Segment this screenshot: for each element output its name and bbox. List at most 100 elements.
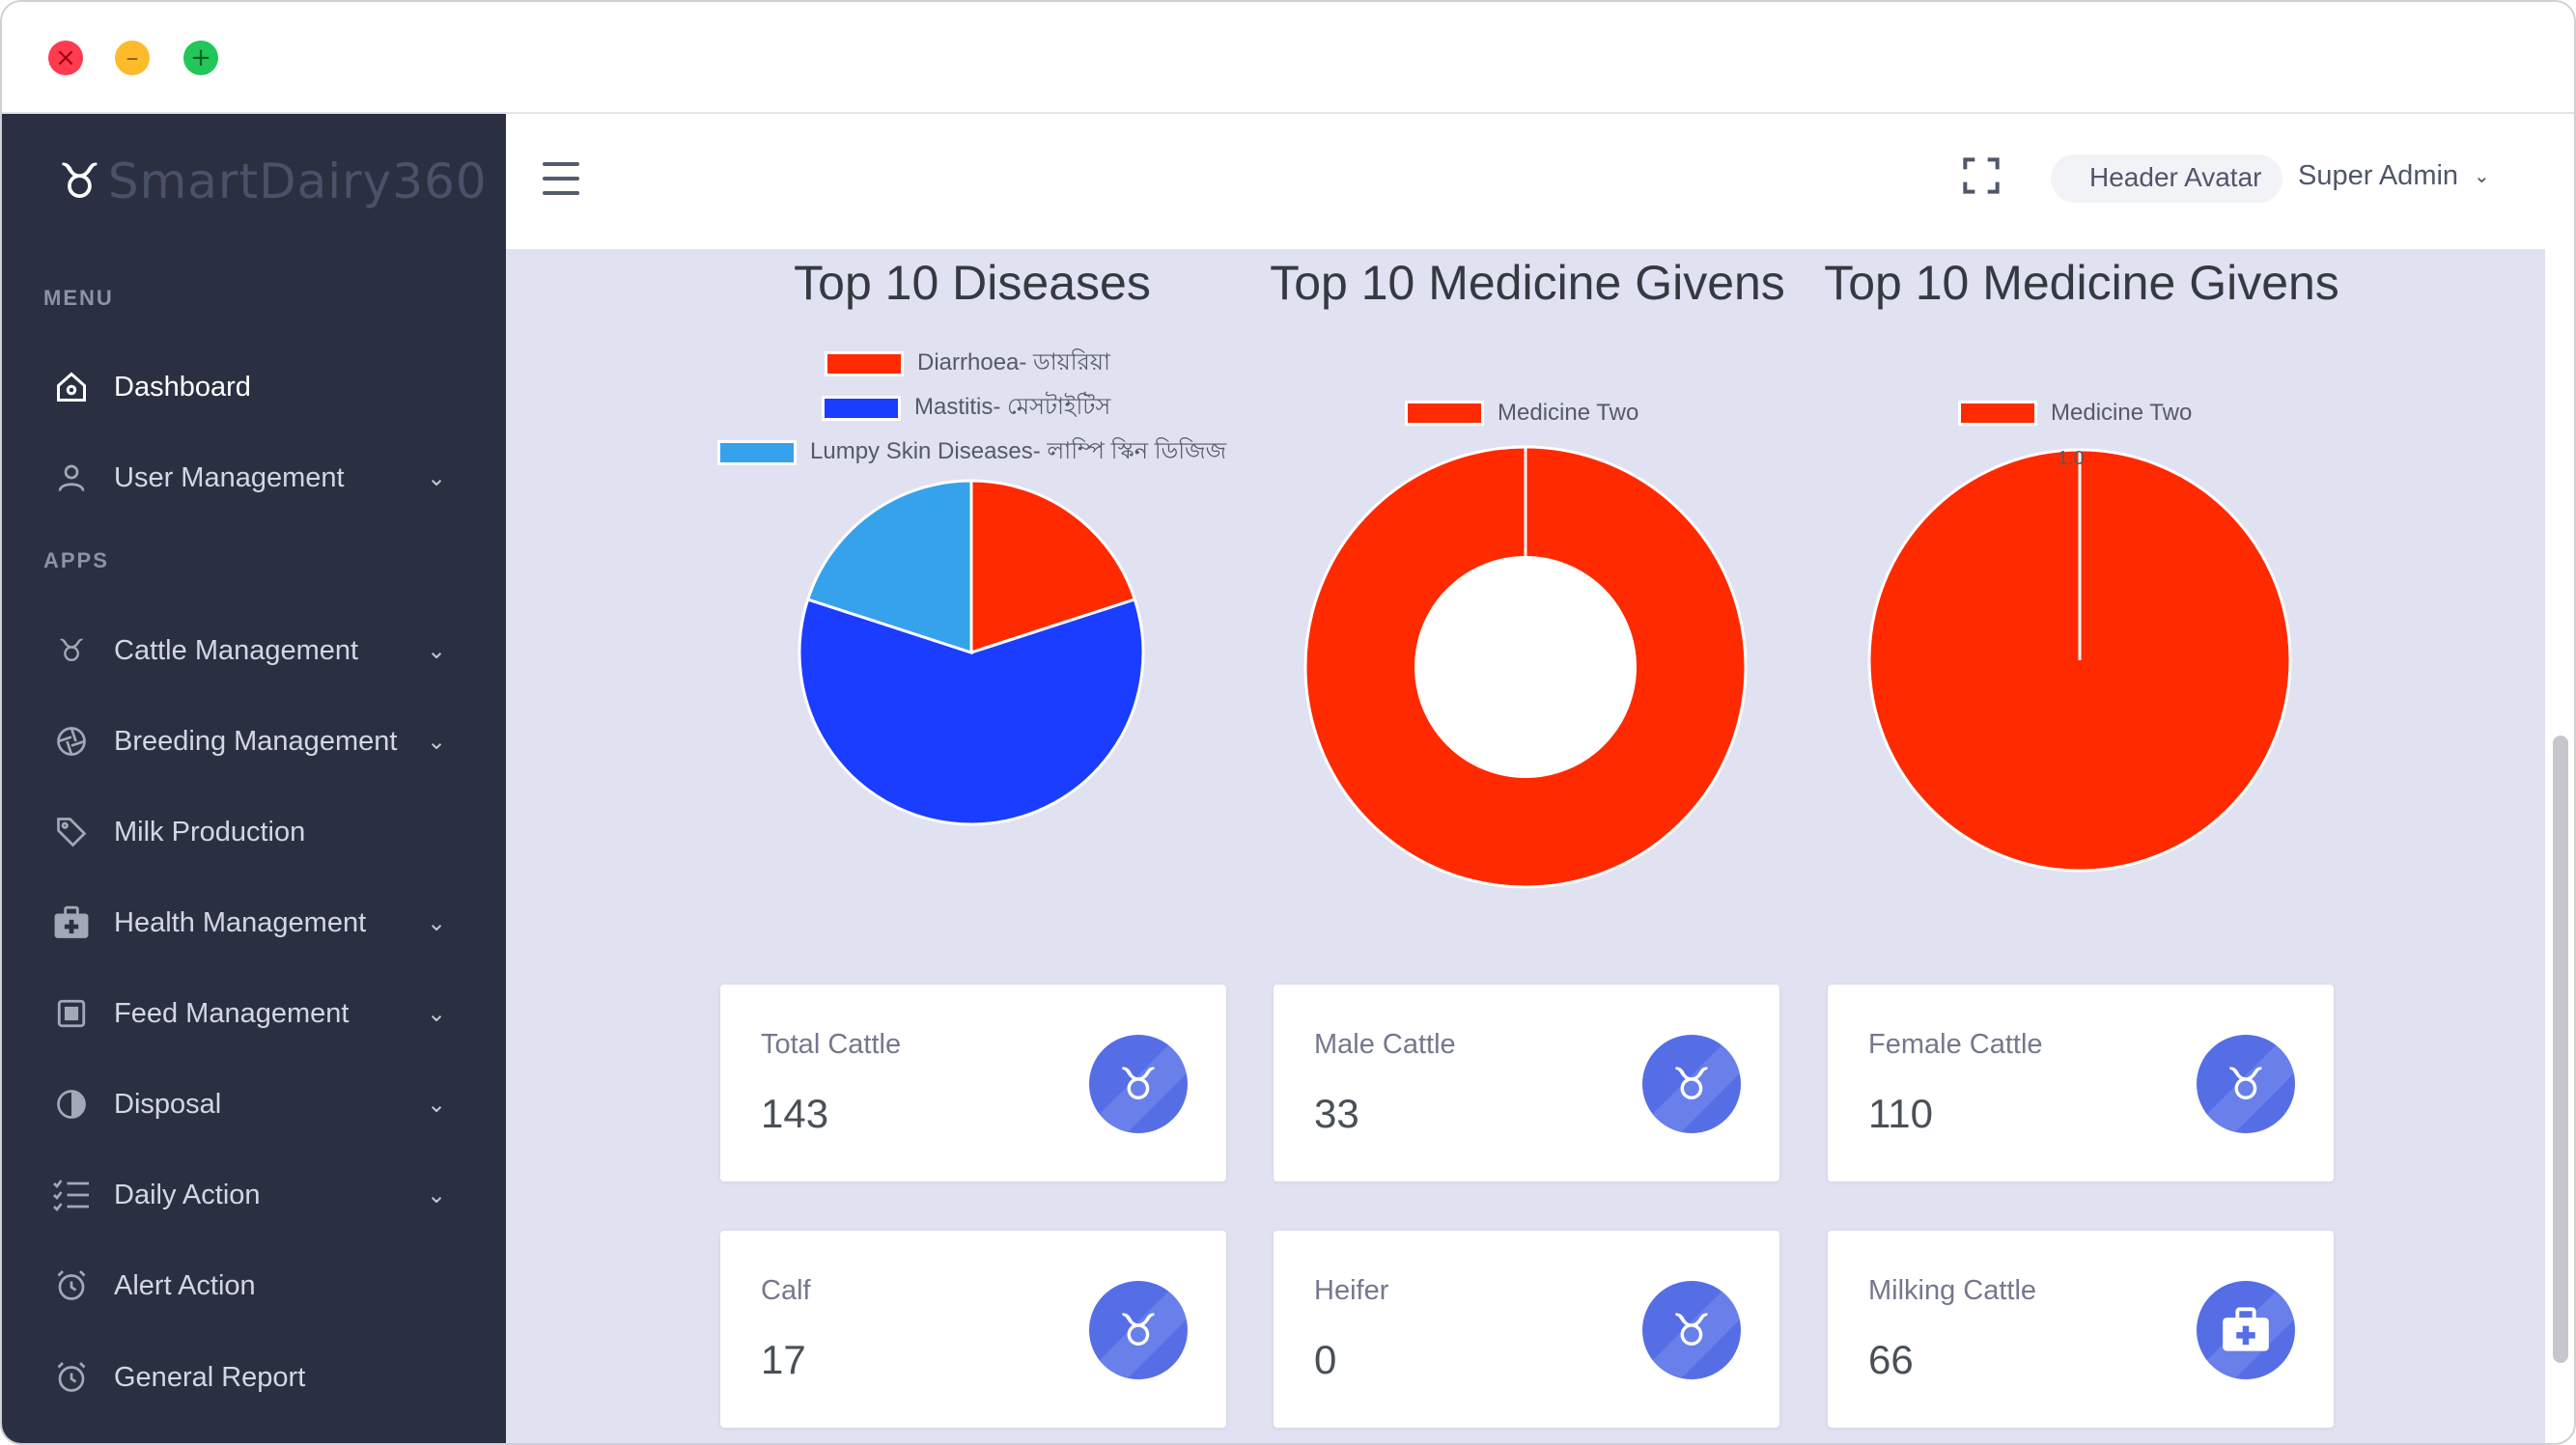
legend-swatch [717, 440, 797, 465]
stat-card-calf[interactable]: Calf 17 ♉ [720, 1231, 1226, 1428]
scrollbar-thumb[interactable] [2553, 736, 2568, 1363]
sidebar-item-disposal[interactable]: Disposal ⌄ [2, 1070, 506, 1138]
feed-box-icon [50, 992, 93, 1035]
stat-card-icon-badge: ♉ [1642, 1035, 1741, 1133]
medicine-chart-2-title: Top 10 Medicine Givens [1824, 256, 2339, 310]
stat-card-heifer[interactable]: Heifer 0 ♉ [1274, 1231, 1779, 1428]
cow-icon: ♉ [58, 153, 102, 209]
stat-card-value: 33 [1314, 1091, 1359, 1136]
stat-card-label: Calf [761, 1275, 811, 1306]
sidebar-item-alert-action[interactable]: Alert Action [2, 1252, 506, 1320]
legend-swatch [825, 351, 904, 376]
close-icon: × [55, 43, 76, 72]
legend-label: Medicine Two [1498, 400, 1639, 426]
cow-icon: ♉ [1671, 1058, 1712, 1110]
sidebar-item-general-report[interactable]: General Report [2, 1344, 506, 1411]
legend-item[interactable]: Lumpy Skin Diseases- লাম্পি স্কিন ডিজিজ [717, 433, 1226, 472]
sidebar-item-label: Milk Production [114, 816, 306, 848]
sidebar-item-feed-management[interactable]: Feed Management ⌄ [2, 980, 506, 1047]
stat-card-value: 66 [1868, 1337, 1914, 1382]
close-window-button[interactable]: × [48, 41, 83, 75]
chevron-down-icon: ⌄ [427, 728, 447, 755]
cow-icon: ♉ [57, 632, 86, 669]
legend-label: Diarrhoea- ডায়রিয়া [917, 349, 1110, 375]
stat-card-value: 110 [1868, 1091, 1933, 1136]
sidebar-item-label: Disposal [114, 1088, 222, 1120]
stat-card-icon-badge: ♉ [1089, 1035, 1188, 1133]
app-window: × – + ♉ SmartDairy360 MENU Dashboard Use… [0, 0, 2576, 1445]
legend-label: Lumpy Skin Diseases- লাম্পি স্কিন ডিজিজ [810, 438, 1227, 464]
legend-item[interactable]: Diarrhoea- ডায়রিয়া [825, 345, 1110, 383]
medkit-icon [50, 902, 93, 944]
sidebar-item-user-management[interactable]: User Management ⌄ [2, 444, 506, 512]
stat-card-label: Milking Cattle [1868, 1275, 2037, 1306]
stat-card-value: 143 [761, 1091, 829, 1136]
cow-icon: ♉ [1118, 1058, 1159, 1110]
chevron-down-icon: ⌄ [427, 637, 447, 664]
stat-card-male-cattle[interactable]: Male Cattle 33 ♉ [1274, 985, 1779, 1181]
minimize-window-button[interactable]: – [115, 41, 150, 75]
doughnut-hole [1414, 556, 1637, 778]
sidebar-item-health-management[interactable]: Health Management ⌄ [2, 889, 506, 957]
sidebar-item-daily-action[interactable]: Daily Action ⌄ [2, 1161, 506, 1229]
chevron-down-icon: ⌄ [427, 1091, 447, 1118]
chevron-down-icon: ⌄ [427, 464, 447, 491]
alarm-clock-icon [50, 1264, 93, 1307]
legend-swatch [822, 396, 901, 421]
stat-card-icon-badge: ♉ [2197, 1035, 2295, 1133]
legend-swatch [1958, 401, 2037, 426]
stat-card-value: 17 [761, 1337, 806, 1382]
sidebar: ♉ SmartDairy360 MENU Dashboard User Mana… [2, 114, 506, 1443]
user-icon [50, 457, 93, 499]
brand-logo[interactable]: ♉ SmartDairy360 [58, 141, 488, 222]
brand-name: SmartDairy360 [107, 153, 488, 209]
chevron-down-icon[interactable]: ⌄ [2474, 164, 2490, 187]
stat-card-value: 0 [1314, 1337, 1337, 1382]
cow-icon: ♉ [1671, 1304, 1712, 1356]
stat-card-total-cattle[interactable]: Total Cattle 143 ♉ [720, 985, 1226, 1181]
sidebar-item-label: User Management [114, 461, 345, 493]
stat-card-label: Heifer [1314, 1275, 1389, 1306]
maximize-icon: + [190, 43, 211, 72]
home-icon [50, 366, 93, 408]
stat-card-milking-cattle[interactable]: Milking Cattle 66 [1828, 1231, 2334, 1428]
header-bar: Header Avatar Super Admin ⌄ [506, 114, 2574, 249]
tag-icon [50, 811, 93, 853]
minimize-icon: – [126, 43, 139, 72]
chevron-down-icon: ⌄ [427, 909, 447, 936]
medkit-icon [2223, 1307, 2269, 1351]
diseases-chart-title: Top 10 Diseases [794, 256, 1151, 310]
sidebar-item-breeding-management[interactable]: Breeding Management ⌄ [2, 708, 506, 775]
pie-value-label: 1.0 [2058, 448, 2085, 469]
sidebar-item-label: Feed Management [114, 997, 350, 1029]
maximize-window-button[interactable]: + [183, 41, 218, 75]
stat-card-icon-badge [2197, 1281, 2295, 1379]
legend-item[interactable]: Medicine Two [1958, 400, 2192, 427]
sidebar-item-label: Breeding Management [114, 725, 398, 757]
user-menu-button[interactable]: Super Admin [2298, 160, 2458, 192]
fullscreen-icon[interactable] [1962, 156, 2001, 195]
chevron-down-icon: ⌄ [427, 1000, 447, 1027]
sidebar-item-milk-production[interactable]: Milk Production [2, 798, 506, 866]
alarm-clock-icon [50, 1356, 93, 1399]
sidebar-item-label: Daily Action [114, 1179, 261, 1210]
stat-card-icon-badge: ♉ [1642, 1281, 1741, 1379]
legend-item[interactable]: Mastitis- মেসটাইটিস [822, 389, 1110, 428]
legend-label: Medicine Two [2051, 400, 2193, 426]
medicine-doughnut-chart [1303, 445, 1748, 889]
stat-card-label: Total Cattle [761, 1029, 902, 1060]
stat-card-female-cattle[interactable]: Female Cattle 110 ♉ [1828, 985, 2334, 1181]
stat-card-label: Female Cattle [1868, 1029, 2043, 1060]
cow-icon: ♉ [2226, 1058, 2266, 1110]
medicine-pie-chart [1867, 448, 2292, 873]
apps-section-label: APPS [43, 548, 109, 572]
hamburger-icon[interactable] [543, 162, 579, 195]
sidebar-item-cattle-management[interactable]: ♉ Cattle Management ⌄ [2, 617, 506, 684]
sidebar-item-label: Dashboard [114, 371, 251, 403]
checklist-icon [50, 1174, 93, 1216]
sidebar-item-dashboard[interactable]: Dashboard [2, 353, 506, 421]
medicine-chart-1-title: Top 10 Medicine Givens [1270, 256, 1785, 310]
legend-item[interactable]: Medicine Two [1405, 400, 1638, 427]
chevron-down-icon: ⌄ [427, 1181, 447, 1209]
cow-icon: ♉ [1118, 1304, 1159, 1356]
